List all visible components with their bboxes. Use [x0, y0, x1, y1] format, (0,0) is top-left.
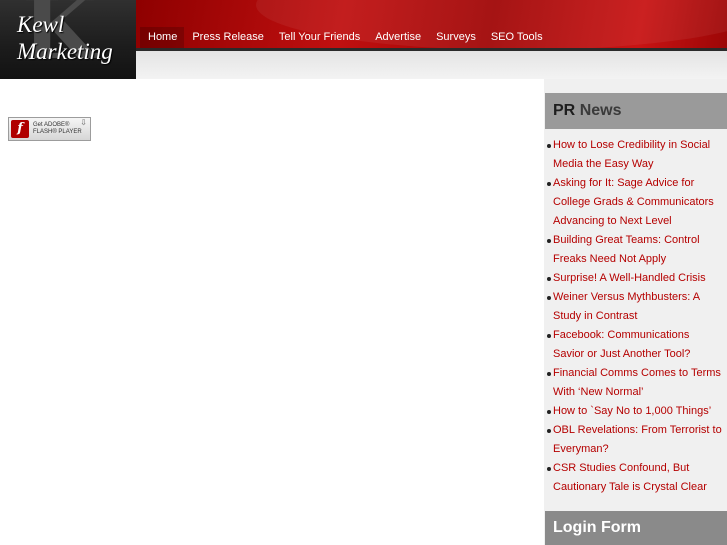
- nav-press-release[interactable]: Press Release: [184, 27, 271, 48]
- sidebar: PR News How to Lose Credibility in Socia…: [544, 79, 727, 545]
- list-item: Facebook: Communications Savior or Just …: [547, 326, 727, 364]
- list-item: Financial Comms Comes to Terms With ‘New…: [547, 364, 727, 402]
- list-item: OBL Revelations: From Terrorist to Every…: [547, 421, 727, 459]
- news-link[interactable]: OBL Revelations: From Terrorist to Every…: [553, 421, 727, 459]
- bullet-icon: [547, 277, 551, 281]
- list-item: Surprise! A Well-Handled Crisis: [547, 269, 727, 288]
- flash-label-line-2: FLASH® PLAYER: [33, 129, 82, 135]
- news-link[interactable]: Financial Comms Comes to Terms With ‘New…: [553, 364, 727, 402]
- list-item: Weiner Versus Mythbusters: A Study in Co…: [547, 288, 727, 326]
- flash-label-line-1: Get ADOBE®: [33, 122, 70, 128]
- nav-seo-tools[interactable]: SEO Tools: [483, 27, 550, 48]
- list-item: CSR Studies Confound, But Cautionary Tal…: [547, 459, 727, 497]
- flash-icon: f: [11, 120, 29, 138]
- login-form-heading-word-2: Form: [601, 519, 641, 536]
- get-flash-player-button[interactable]: f Get ADOBE® FLASH® PLAYER ⇩: [8, 117, 91, 141]
- news-list: How to Lose Credibility in Social Media …: [547, 136, 727, 497]
- news-link[interactable]: Facebook: Communications Savior or Just …: [553, 326, 727, 364]
- bullet-icon: [547, 467, 551, 471]
- news-link[interactable]: Surprise! A Well-Handled Crisis: [553, 269, 727, 288]
- news-link[interactable]: Weiner Versus Mythbusters: A Study in Co…: [553, 288, 727, 326]
- nav-home[interactable]: Home: [140, 27, 185, 48]
- subheader-bar: [136, 51, 727, 79]
- bullet-icon: [547, 182, 551, 186]
- pr-news-heading: PR News: [545, 93, 727, 129]
- pr-news-heading-word-1: PR: [553, 102, 576, 119]
- list-item: How to `Say No to 1,000 Things’: [547, 402, 727, 421]
- nav-tell-your-friends[interactable]: Tell Your Friends: [271, 27, 367, 48]
- bullet-icon: [547, 296, 551, 300]
- logo-line-1: Kewl: [17, 12, 65, 37]
- list-item: How to Lose Credibility in Social Media …: [547, 136, 727, 174]
- logo-line-2: Marketing: [17, 39, 113, 64]
- main-nav: Home Press Release Tell Your Friends Adv…: [140, 27, 550, 48]
- login-form-heading-word-1: Login: [553, 519, 597, 536]
- download-arrow-icon: ⇩: [80, 118, 87, 127]
- bullet-icon: [547, 410, 551, 414]
- bullet-icon: [547, 239, 551, 243]
- news-link[interactable]: How to `Say No to 1,000 Things’: [553, 402, 727, 421]
- news-link[interactable]: Building Great Teams: Control Freaks Nee…: [553, 231, 727, 269]
- nav-advertise[interactable]: Advertise: [367, 27, 428, 48]
- login-form-heading: Login Form: [545, 511, 727, 545]
- bullet-icon: [547, 334, 551, 338]
- list-item: Asking for It: Sage Advice for College G…: [547, 174, 727, 231]
- pr-news-heading-word-2: News: [579, 102, 622, 119]
- bullet-icon: [547, 429, 551, 433]
- site-logo[interactable]: K Kewl Marketing: [0, 0, 136, 79]
- news-link[interactable]: How to Lose Credibility in Social Media …: [553, 136, 727, 174]
- news-link[interactable]: CSR Studies Confound, But Cautionary Tal…: [553, 459, 727, 497]
- bullet-icon: [547, 144, 551, 148]
- list-item: Building Great Teams: Control Freaks Nee…: [547, 231, 727, 269]
- news-link[interactable]: Asking for It: Sage Advice for College G…: [553, 174, 727, 231]
- bullet-icon: [547, 372, 551, 376]
- nav-surveys[interactable]: Surveys: [428, 27, 483, 48]
